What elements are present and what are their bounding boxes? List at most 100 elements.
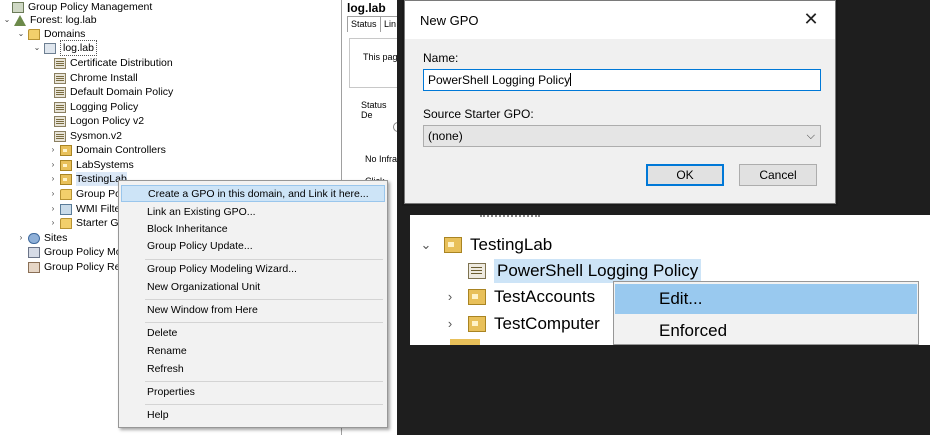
menu-separator bbox=[145, 404, 383, 405]
menu-separator bbox=[145, 299, 383, 300]
results-icon bbox=[28, 261, 40, 273]
tree-item-gpo-link[interactable]: Certificate Distribution bbox=[52, 56, 173, 70]
ou-icon bbox=[468, 289, 486, 305]
zoom-context-menu: Edit... Enforced bbox=[613, 281, 919, 345]
gpo-link-icon bbox=[54, 57, 66, 69]
folder-icon bbox=[60, 217, 72, 229]
gpo-link-icon bbox=[54, 130, 66, 142]
chevron-right-icon[interactable]: › bbox=[48, 172, 58, 186]
tree-item-results[interactable]: Group Policy Re bbox=[26, 260, 120, 274]
new-gpo-dialog: New GPO ✕ Name: PowerShell Logging Polic… bbox=[404, 0, 836, 204]
folder-icon bbox=[60, 188, 72, 200]
gpo-link-icon bbox=[54, 72, 66, 84]
details-title: log.lab bbox=[347, 1, 386, 15]
tree-item-ou-testinglab[interactable]: › TestingLab bbox=[48, 172, 127, 186]
chevron-right-icon[interactable]: › bbox=[442, 285, 458, 309]
menu-rename[interactable]: Rename bbox=[121, 343, 385, 360]
tree-item-ou[interactable]: › Domain Controllers bbox=[48, 143, 166, 157]
menu-properties[interactable]: Properties bbox=[121, 384, 385, 401]
tree-item-gpo-link[interactable]: Chrome Install bbox=[52, 71, 138, 85]
menu-link-existing-gpo[interactable]: Link an Existing GPO... bbox=[121, 204, 385, 221]
menu-separator bbox=[145, 322, 383, 323]
tree-item-gpo-link[interactable]: Logon Policy v2 bbox=[52, 114, 144, 128]
dialog-title: New GPO bbox=[420, 13, 479, 28]
ok-button[interactable]: OK bbox=[646, 164, 724, 186]
status-icon bbox=[393, 122, 397, 132]
ou-icon bbox=[60, 159, 72, 171]
ou-icon bbox=[60, 144, 72, 156]
menu-edit[interactable]: Edit... bbox=[615, 284, 917, 314]
menu-new-window[interactable]: New Window from Here bbox=[121, 302, 385, 319]
menu-create-gpo-and-link[interactable]: Create a GPO in this domain, and Link it… bbox=[121, 185, 385, 202]
modeling-icon bbox=[28, 246, 40, 258]
zoom-tree-item-testinglab[interactable]: ⌄ TestingLab bbox=[418, 233, 553, 257]
gpo-link-icon bbox=[54, 115, 66, 127]
chevron-right-icon[interactable]: › bbox=[442, 312, 458, 336]
ou-icon bbox=[444, 237, 462, 253]
details-tabs: Status Lin bbox=[347, 16, 397, 32]
domains-folder-icon bbox=[28, 28, 40, 40]
gpo-link-icon bbox=[54, 86, 66, 98]
tree-item-domain[interactable]: ⌄ log.lab bbox=[32, 40, 97, 56]
menu-delete[interactable]: Delete bbox=[121, 325, 385, 342]
chevron-down-icon[interactable]: ⌄ bbox=[418, 233, 434, 257]
ou-icon bbox=[468, 316, 486, 332]
gpo-link-icon bbox=[54, 101, 66, 113]
name-label: Name: bbox=[423, 51, 459, 65]
menu-block-inheritance[interactable]: Block Inheritance bbox=[121, 221, 385, 238]
chevron-right-icon[interactable]: › bbox=[48, 187, 58, 201]
menu-modeling-wizard[interactable]: Group Policy Modeling Wizard... bbox=[121, 261, 385, 278]
starter-gpo-label: Source Starter GPO: bbox=[423, 107, 534, 121]
wmi-filter-icon bbox=[60, 203, 72, 215]
details-box: This pag bbox=[349, 38, 397, 88]
cut-off-item bbox=[480, 215, 540, 217]
tree-item-modeling[interactable]: Group Policy Mo bbox=[26, 245, 122, 259]
menu-group-policy-update[interactable]: Group Policy Update... bbox=[121, 238, 385, 255]
menu-refresh[interactable]: Refresh bbox=[121, 361, 385, 378]
zoom-tree-item-testaccounts[interactable]: › TestAccounts bbox=[442, 285, 595, 309]
cut-off-folder-icon bbox=[450, 339, 480, 345]
gpo-name-input[interactable]: PowerShell Logging Policy bbox=[423, 69, 821, 91]
chevron-down-icon[interactable]: ⌄ bbox=[32, 41, 42, 55]
chevron-right-icon[interactable]: › bbox=[48, 216, 58, 230]
tree-item-group-policy-objects[interactable]: › Group Po bbox=[48, 187, 121, 201]
tab-linked-gpos[interactable]: Lin bbox=[380, 16, 397, 32]
close-icon[interactable]: ✕ bbox=[801, 9, 821, 29]
tree-item-wmi-filters[interactable]: › WMI Filte bbox=[48, 202, 121, 216]
tree-item-sites[interactable]: › Sites bbox=[16, 231, 68, 245]
chevron-down-icon[interactable]: ⌄ bbox=[2, 13, 12, 27]
menu-separator bbox=[145, 381, 383, 382]
starter-gpo-select[interactable]: (none) ⌵ bbox=[423, 125, 821, 147]
menu-new-ou[interactable]: New Organizational Unit bbox=[121, 279, 385, 296]
zoom-tree-item-new-gpo[interactable]: PowerShell Logging Policy bbox=[468, 259, 702, 283]
cancel-button[interactable]: Cancel bbox=[739, 164, 817, 186]
menu-help[interactable]: Help bbox=[121, 407, 385, 424]
gpmc-icon bbox=[12, 1, 24, 13]
chevron-right-icon[interactable]: › bbox=[48, 202, 58, 216]
tree-item-gpo-link[interactable]: Logging Policy bbox=[52, 100, 138, 114]
chevron-right-icon[interactable]: › bbox=[48, 143, 58, 157]
composite-screenshot: Group Policy Management ⌄ Forest: log.lab… bbox=[0, 0, 930, 435]
zoom-tree-item-testcomputer[interactable]: › TestComputer bbox=[442, 312, 600, 336]
tree-item-gpo-link[interactable]: Default Domain Policy bbox=[52, 85, 173, 99]
tree-item-gpo-link[interactable]: Sysmon.v2 bbox=[52, 129, 122, 143]
sites-icon bbox=[28, 232, 40, 244]
forest-icon bbox=[14, 14, 26, 26]
tree-item-forest[interactable]: ⌄ Forest: log.lab bbox=[2, 13, 97, 27]
dialog-titlebar: New GPO ✕ bbox=[405, 1, 835, 39]
ou-icon bbox=[60, 173, 72, 185]
gpmc-window: Group Policy Management ⌄ Forest: log.lab… bbox=[0, 0, 397, 435]
chevron-right-icon[interactable]: › bbox=[16, 231, 26, 245]
tree-item-starter-gpos[interactable]: › Starter Gl bbox=[48, 216, 121, 230]
tree-item-root[interactable]: Group Policy Management bbox=[0, 0, 152, 14]
tab-status[interactable]: Status bbox=[347, 16, 381, 32]
menu-enforced[interactable]: Enforced bbox=[615, 316, 917, 344]
tree-item-domains[interactable]: ⌄ Domains bbox=[16, 27, 86, 41]
chevron-right-icon[interactable]: › bbox=[48, 158, 58, 172]
domain-icon bbox=[44, 42, 56, 54]
gpo-link-icon bbox=[468, 263, 486, 279]
chevron-down-icon[interactable]: ⌄ bbox=[16, 27, 26, 41]
chevron-down-icon: ⌵ bbox=[806, 130, 815, 142]
context-menu: Create a GPO in this domain, and Link it… bbox=[118, 180, 388, 428]
tree-item-ou[interactable]: › LabSystems bbox=[48, 158, 134, 172]
